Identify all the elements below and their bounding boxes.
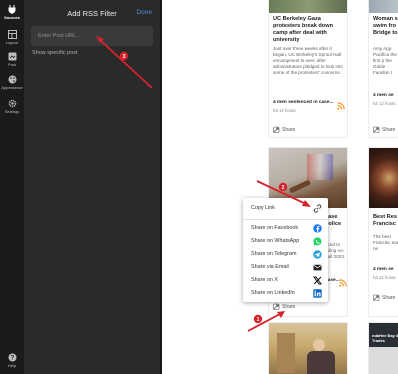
share-menu-label: Share on X <box>251 277 278 283</box>
share-menu-item-email[interactable]: Share via Email <box>243 261 328 274</box>
feed-card[interactable]: Best Res Francisc The best Francisc each… <box>368 147 398 317</box>
left-rail: Sources Layout Post Appearance Settings … <box>0 0 24 374</box>
x-icon <box>313 276 322 285</box>
feed-card[interactable] <box>268 322 348 374</box>
show-specific-post-link[interactable]: Show specific post <box>32 50 78 56</box>
share-menu-label: Share on Facebook <box>251 225 299 231</box>
rail-item-post[interactable]: Post <box>0 52 24 74</box>
share-label: Share <box>282 303 296 310</box>
plug-icon <box>8 5 16 14</box>
share-menu-item-x[interactable]: Share on X <box>243 274 328 287</box>
card-excerpt: The best Francisc each ne <box>373 234 398 251</box>
gear-icon <box>8 99 16 108</box>
rail-label: Layout <box>5 40 18 45</box>
linkedin-icon <box>313 289 322 298</box>
share-label: Share <box>382 294 396 301</box>
card-excerpt: Amy App Pacifica the first p the Golde F… <box>373 46 397 75</box>
layout-icon <box>7 30 17 39</box>
rail-label: Sources <box>4 15 20 20</box>
share-menu-label: Share on Telegram <box>251 251 297 257</box>
card-title: Best Res Francisc <box>373 214 397 227</box>
rss-icon <box>337 102 345 110</box>
feed-card[interactable]: Woman s swim fro Bridge to Amy App Pacif… <box>368 0 398 138</box>
feed-card[interactable]: UC Berkeley Gaza protesters break down c… <box>268 0 348 138</box>
share-menu-label: Share on WhatsApp <box>251 238 300 244</box>
card-image <box>369 0 398 13</box>
post-icon <box>8 52 16 61</box>
rail-label: Help <box>7 363 17 368</box>
card-related-title[interactable]: 4 men se <box>373 93 394 98</box>
telegram-icon <box>313 250 322 259</box>
share-label: Share <box>382 126 396 133</box>
facebook-icon <box>313 224 322 233</box>
card-time: há 12 horas <box>273 108 296 113</box>
share-menu-item-whatsapp[interactable]: Share on WhatsApp <box>243 235 328 248</box>
share-menu-label: Copy Link <box>251 205 275 211</box>
card-image <box>269 0 347 13</box>
share-icon <box>273 303 280 310</box>
card-title: Woman s swim fro Bridge to <box>373 16 398 36</box>
rail-item-help[interactable]: ? Help <box>0 353 24 374</box>
share-icon <box>273 126 280 133</box>
share-label: Share <box>282 126 296 133</box>
card-time: há 12 horas <box>373 101 396 106</box>
rail-label: Appearance <box>1 85 23 90</box>
rail-item-appearance[interactable]: Appearance <box>0 75 24 97</box>
rail-label: Settings <box>4 109 20 114</box>
app-window: Sources Layout Post Appearance Settings … <box>0 0 398 374</box>
rail-item-layout[interactable]: Layout <box>0 30 24 52</box>
card-image: ndaHee Bay & Trades <box>369 323 398 374</box>
card-title: UC Berkeley Gaza protesters break down c… <box>273 16 333 43</box>
card-time: há 12 horas <box>373 275 396 280</box>
rss-icon <box>339 279 347 287</box>
rail-item-sources[interactable]: Sources <box>0 4 24 26</box>
card-related-title[interactable]: 4 men sentenced in case... <box>273 100 339 105</box>
card-related-title[interactable]: 4 men se <box>373 267 394 272</box>
rss-filter-panel: Add RSS Filter Done Show specific post <box>24 0 160 374</box>
share-button[interactable]: Share <box>373 294 395 301</box>
help-icon: ? <box>8 353 16 362</box>
rail-item-settings[interactable]: Settings <box>0 99 24 121</box>
link-icon <box>313 204 322 213</box>
palette-icon <box>8 75 16 84</box>
share-menu-item-facebook[interactable]: Share on Facebook <box>243 222 328 235</box>
post-url-input[interactable] <box>31 26 153 46</box>
share-menu-item-telegram[interactable]: Share on Telegram <box>243 248 328 261</box>
card-excerpt: nced to nding no- Fall 2023. <box>325 242 346 259</box>
share-menu-item-linkedin[interactable]: Share on LinkedIn <box>243 287 328 300</box>
card-headline: ndaHee Bay & Trades <box>372 333 398 343</box>
card-image <box>269 323 347 374</box>
card-excerpt: Just over three weeks after it began, UC… <box>273 46 343 75</box>
menu-divider <box>243 219 328 220</box>
card-image <box>369 148 398 208</box>
share-icon <box>373 294 380 301</box>
share-icon <box>373 126 380 133</box>
share-menu-label: Share via Email <box>251 264 289 270</box>
feed-preview: UC Berkeley Gaza protesters break down c… <box>162 0 398 374</box>
email-icon <box>313 264 322 271</box>
share-button[interactable]: Share <box>373 126 395 133</box>
rail-label: Post <box>7 62 16 67</box>
card-title: case police <box>325 214 342 227</box>
share-menu: Copy Link Share on Facebook Share on Wha… <box>243 198 328 302</box>
share-menu-label: Share on LinkedIn <box>251 290 295 296</box>
share-button[interactable]: Share <box>273 303 295 310</box>
svg-text:?: ? <box>10 356 14 362</box>
whatsapp-icon <box>313 237 322 246</box>
share-button[interactable]: Share <box>273 126 295 133</box>
done-button[interactable]: Done <box>136 9 152 16</box>
feed-card[interactable]: ndaHee Bay & Trades <box>368 322 398 374</box>
share-menu-item-copy-link[interactable]: Copy Link <box>243 202 328 215</box>
